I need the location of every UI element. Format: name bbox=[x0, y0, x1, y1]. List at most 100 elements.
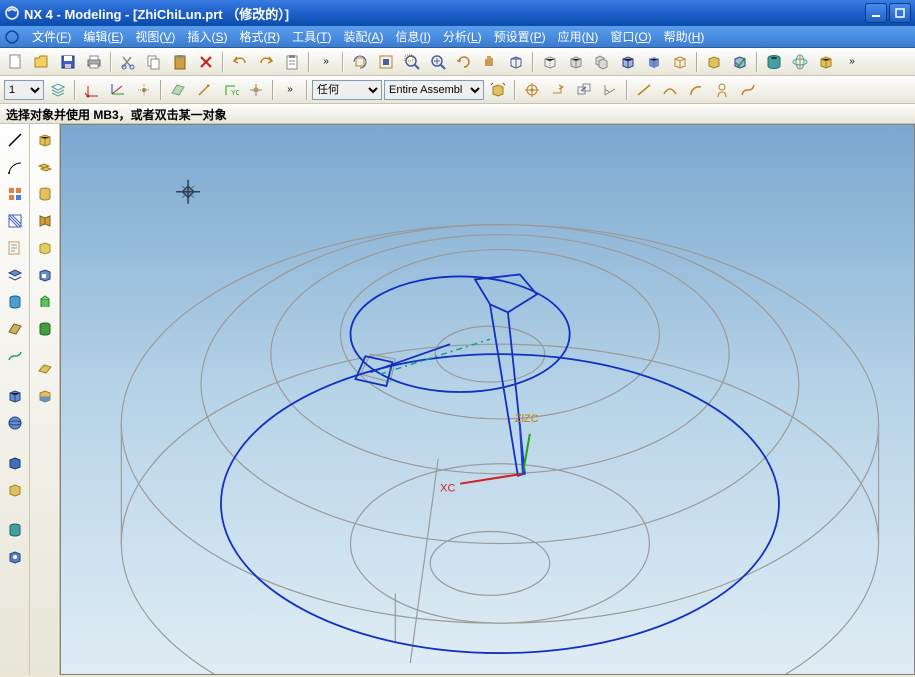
revolve-button[interactable] bbox=[788, 50, 812, 74]
print-button[interactable] bbox=[82, 50, 106, 74]
offset-button[interactable] bbox=[546, 78, 570, 102]
datum-csys-button[interactable]: YC bbox=[218, 78, 242, 102]
datum-axis-button[interactable] bbox=[192, 78, 216, 102]
view-fit-button[interactable] bbox=[374, 50, 398, 74]
menu-edit[interactable]: 编辑(E) bbox=[77, 26, 129, 47]
open-curve-button[interactable] bbox=[658, 78, 682, 102]
angle-button[interactable] bbox=[598, 78, 622, 102]
person-button[interactable] bbox=[710, 78, 734, 102]
redo-button[interactable] bbox=[254, 50, 278, 74]
undo-button[interactable] bbox=[228, 50, 252, 74]
filter-select[interactable]: 任何 bbox=[312, 80, 382, 100]
box-blue-button[interactable] bbox=[33, 263, 57, 287]
datum-origin-button[interactable] bbox=[244, 78, 268, 102]
target-button[interactable] bbox=[520, 78, 544, 102]
copy-button[interactable] bbox=[142, 50, 166, 74]
curve-tool-button[interactable] bbox=[3, 344, 27, 368]
wireframe-view-button[interactable] bbox=[504, 50, 528, 74]
hidden-dashed-button[interactable] bbox=[538, 50, 562, 74]
menu-insert[interactable]: 插入(S) bbox=[181, 26, 233, 47]
save-button[interactable] bbox=[56, 50, 80, 74]
menu-application[interactable]: 应用(N) bbox=[552, 26, 605, 47]
assembly-select[interactable]: Entire Assembl bbox=[384, 80, 484, 100]
menu-file[interactable]: 文件(F) bbox=[26, 26, 77, 47]
minimize-button[interactable] bbox=[865, 3, 887, 23]
more-button[interactable]: » bbox=[314, 50, 338, 74]
copy-face-button[interactable] bbox=[590, 50, 614, 74]
cyl-tool-button[interactable] bbox=[3, 290, 27, 314]
sheet-tool-button[interactable] bbox=[3, 317, 27, 341]
menu-view[interactable]: 视图(V) bbox=[129, 26, 181, 47]
blue-shape2-button[interactable] bbox=[3, 545, 27, 569]
left-toolbar-solids bbox=[30, 124, 60, 675]
zoom-in-button[interactable] bbox=[426, 50, 450, 74]
half-box-button[interactable] bbox=[33, 384, 57, 408]
new-file-button[interactable] bbox=[4, 50, 28, 74]
menu-info[interactable]: 信息(I) bbox=[390, 26, 437, 47]
menu-analysis[interactable]: 分析(L) bbox=[437, 26, 488, 47]
pan-button[interactable] bbox=[478, 50, 502, 74]
sphere-button[interactable] bbox=[3, 411, 27, 435]
layer-mgr-button[interactable] bbox=[46, 78, 70, 102]
blue-cube-button[interactable] bbox=[3, 451, 27, 475]
sheet-gold-button[interactable] bbox=[33, 357, 57, 381]
more-right-button[interactable]: » bbox=[840, 50, 864, 74]
cube-check-button[interactable] bbox=[728, 50, 752, 74]
more-sel-button[interactable]: » bbox=[278, 78, 302, 102]
gold-solid-button[interactable] bbox=[814, 50, 838, 74]
block-gold-button[interactable] bbox=[33, 128, 57, 152]
section-tool-button[interactable] bbox=[3, 209, 27, 233]
gold-cube2-button[interactable] bbox=[3, 478, 27, 502]
menu-window[interactable]: 窗口(O) bbox=[604, 26, 657, 47]
cyl-hole-button[interactable] bbox=[762, 50, 786, 74]
axis-zc-label: ZlZC bbox=[515, 413, 539, 425]
zoom-window-button[interactable] bbox=[400, 50, 424, 74]
csys-button[interactable] bbox=[80, 78, 104, 102]
paste-button[interactable] bbox=[168, 50, 192, 74]
layers-tool-button[interactable] bbox=[3, 263, 27, 287]
arc-button[interactable] bbox=[684, 78, 708, 102]
book-button[interactable] bbox=[33, 209, 57, 233]
datum-plane-button[interactable] bbox=[166, 78, 190, 102]
cyl-gold-button[interactable] bbox=[33, 182, 57, 206]
viewport-3d[interactable]: XC ZlZC bbox=[60, 124, 915, 675]
extrude-green-button[interactable] bbox=[33, 290, 57, 314]
titlebar: NX 4 - Modeling - [ZhiChiLun.prt （修改的）] bbox=[0, 0, 915, 26]
open-file-button[interactable] bbox=[30, 50, 54, 74]
grid-tool-button[interactable] bbox=[3, 182, 27, 206]
shaded-button[interactable] bbox=[642, 50, 666, 74]
menu-format[interactable]: 格式(R) bbox=[233, 26, 286, 47]
note-tool-button[interactable] bbox=[3, 236, 27, 260]
cut-button[interactable] bbox=[116, 50, 140, 74]
sel-cube-button[interactable] bbox=[486, 78, 510, 102]
line-tool-button[interactable] bbox=[3, 128, 27, 152]
point-button[interactable] bbox=[132, 78, 156, 102]
box3d-button[interactable] bbox=[3, 384, 27, 408]
spline-button[interactable] bbox=[736, 78, 760, 102]
stack-gold-button[interactable] bbox=[33, 155, 57, 179]
toolbar-selection: 1 YC » 任何 Entire Assembl bbox=[0, 76, 915, 104]
axis-x-button[interactable] bbox=[106, 78, 130, 102]
app-menu-icon[interactable] bbox=[4, 29, 20, 45]
arc-tool-button[interactable] bbox=[3, 155, 27, 179]
main-area: XC ZlZC bbox=[0, 124, 915, 675]
link-plane-button[interactable] bbox=[572, 78, 596, 102]
refresh-view-button[interactable] bbox=[452, 50, 476, 74]
menu-preferences[interactable]: 预设置(P) bbox=[488, 26, 552, 47]
delete-button[interactable] bbox=[194, 50, 218, 74]
layer-select[interactable]: 1 bbox=[4, 80, 44, 100]
hidden-face-button[interactable] bbox=[564, 50, 588, 74]
wire-color-button[interactable] bbox=[668, 50, 692, 74]
shaded-edges-button[interactable] bbox=[616, 50, 640, 74]
teal-cyl-button[interactable] bbox=[3, 518, 27, 542]
view-rotate-button[interactable] bbox=[348, 50, 372, 74]
block-yellow-button[interactable] bbox=[33, 236, 57, 260]
gold-box-button[interactable] bbox=[702, 50, 726, 74]
line-curve-button[interactable] bbox=[632, 78, 656, 102]
green-cyl-button[interactable] bbox=[33, 317, 57, 341]
menu-help[interactable]: 帮助(H) bbox=[658, 26, 711, 47]
maximize-button[interactable] bbox=[889, 3, 911, 23]
menu-assembly[interactable]: 装配(A) bbox=[338, 26, 390, 47]
menu-tools[interactable]: 工具(T) bbox=[286, 26, 337, 47]
clipboard-button[interactable] bbox=[280, 50, 304, 74]
